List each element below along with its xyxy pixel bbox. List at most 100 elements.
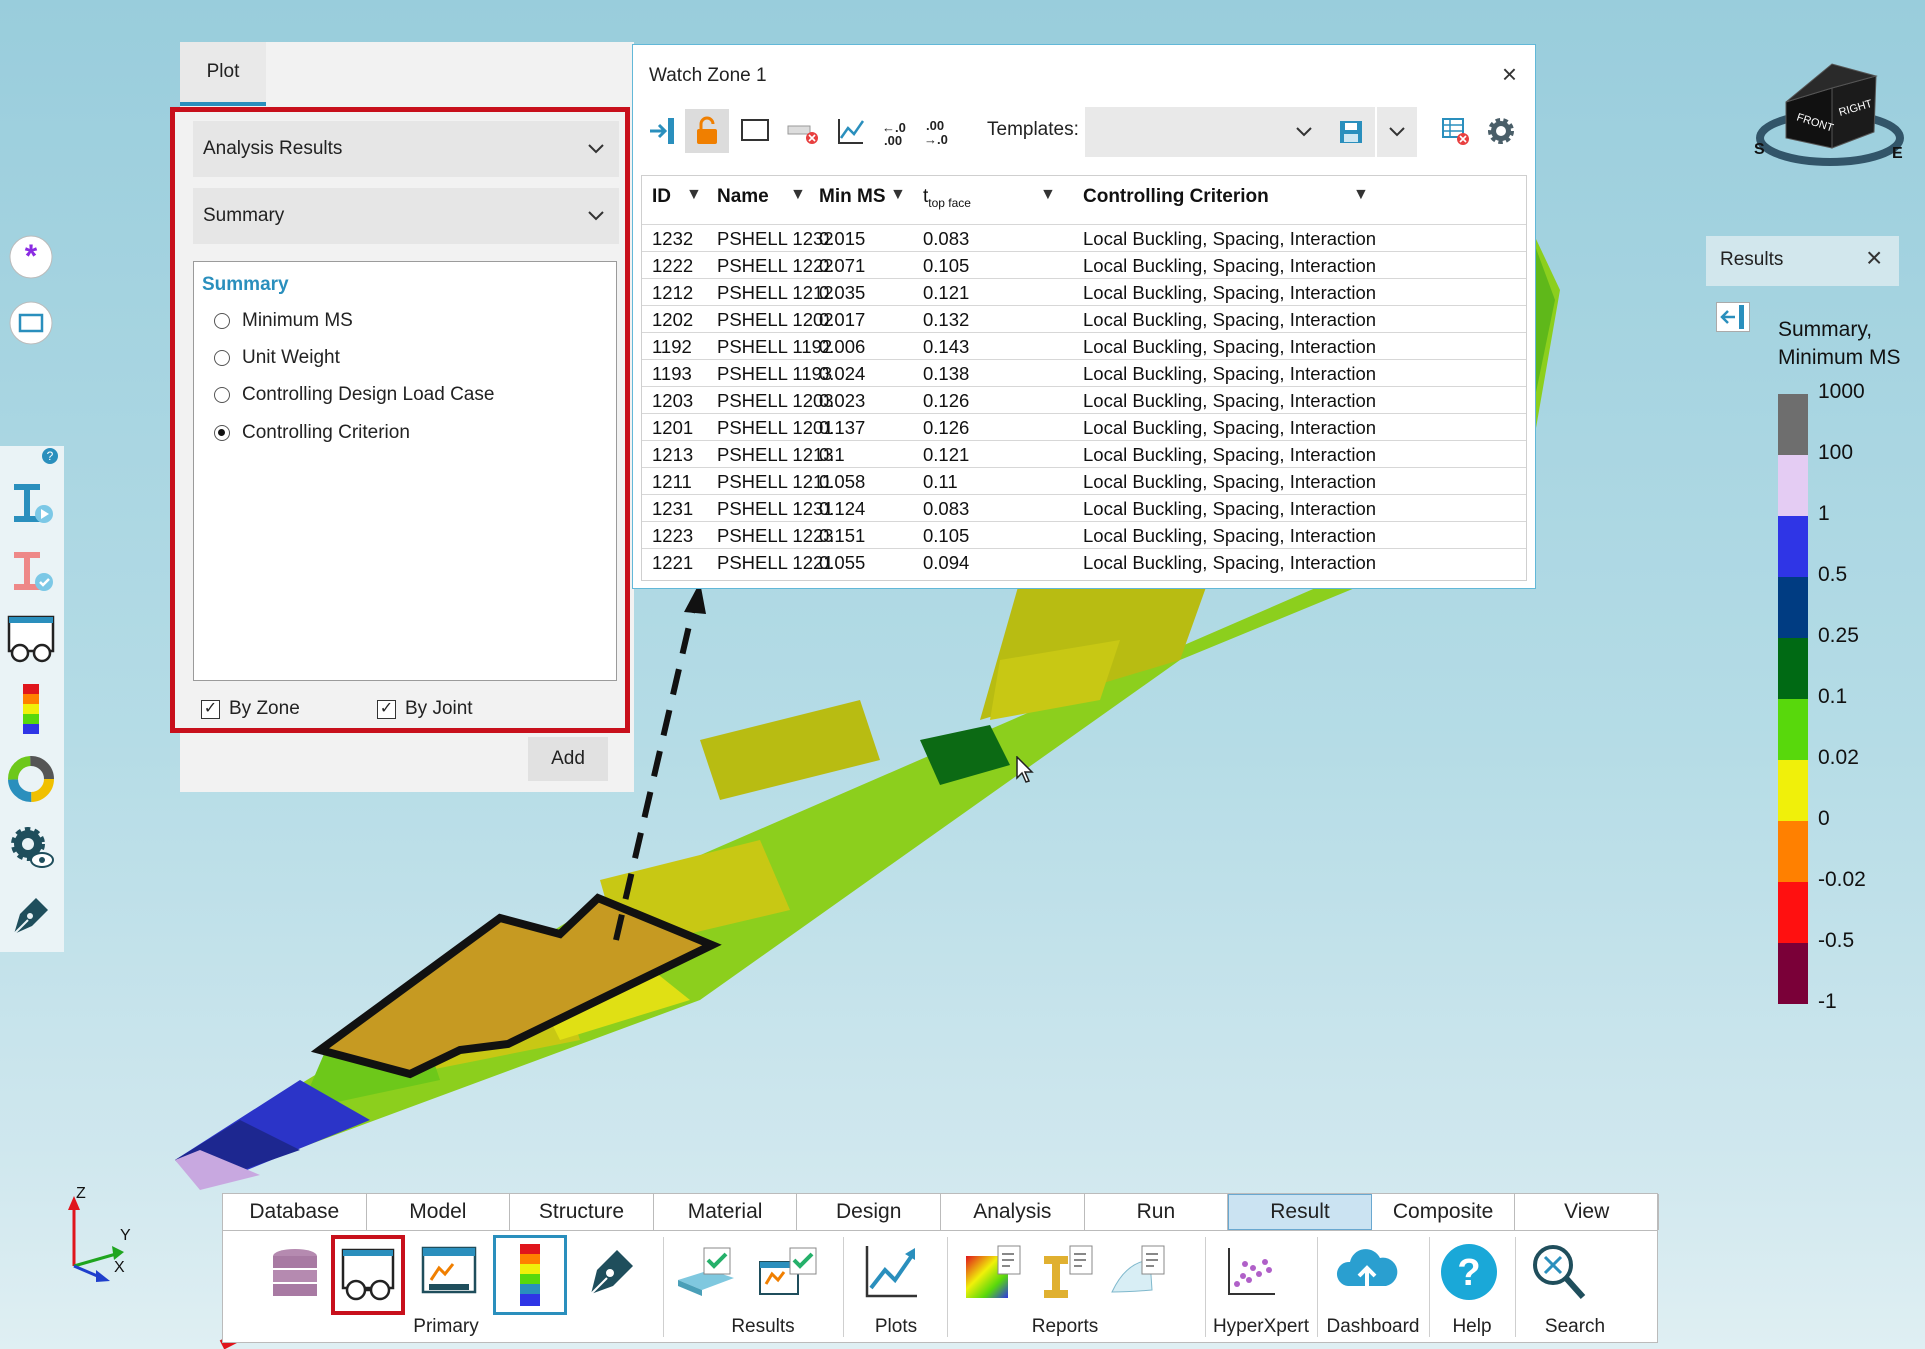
table-cell-name: PSHELL 1211: [717, 471, 833, 492]
report-beam-icon[interactable]: [1031, 1239, 1103, 1305]
tab-design[interactable]: Design: [797, 1194, 941, 1230]
filter-icon[interactable]: ▼: [890, 186, 906, 204]
table-row[interactable]: 1202 PSHELL 1202 0.017 0.132 Local Buckling,…: [642, 305, 1526, 333]
table-row[interactable]: 1203 PSHELL 1203 0.023 0.126 Local Buckling,…: [642, 386, 1526, 414]
report-contour-icon[interactable]: [959, 1239, 1031, 1305]
color-ring-icon[interactable]: [4, 752, 58, 806]
table-row[interactable]: 1212 PSHELL 1212 0.035 0.121 Local Buckling,…: [642, 278, 1526, 306]
compass-e-label[interactable]: E: [1892, 145, 1903, 162]
pen-nib-icon[interactable]: [4, 888, 58, 942]
window-icon[interactable]: [4, 296, 58, 350]
table-row[interactable]: 1201 PSHELL 1201 0.137 0.126 Local Buckling,…: [642, 413, 1526, 441]
column-header-min-ms[interactable]: Min MS: [819, 186, 886, 208]
tab-result[interactable]: Result: [1228, 1194, 1372, 1230]
dock-arrow-icon[interactable]: [641, 109, 685, 153]
section-check-icon[interactable]: [4, 544, 58, 598]
watch-zone-button[interactable]: [331, 1235, 405, 1315]
plot-window-icon[interactable]: [413, 1239, 485, 1305]
rectangle-select-icon[interactable]: [733, 109, 777, 153]
column-header-t-top-face[interactable]: ttop face: [923, 186, 971, 210]
compass-s-label[interactable]: S: [1754, 141, 1765, 158]
tab-analysis[interactable]: Analysis: [941, 1194, 1085, 1230]
table-row[interactable]: 1223 PSHELL 1223 0.151 0.105 Local Buckling,…: [642, 521, 1526, 549]
tab-material[interactable]: Material: [654, 1194, 798, 1230]
decrease-decimals-icon[interactable]: .00 →.0: [913, 109, 957, 153]
legend-button[interactable]: [493, 1235, 567, 1315]
table-row[interactable]: 1231 PSHELL 1231 0.124 0.083 Local Buckling,…: [642, 494, 1526, 522]
add-button[interactable]: Add: [528, 737, 608, 781]
gear-eye-icon[interactable]: [4, 820, 58, 874]
table-row[interactable]: 1193 PSHELL 1193 0.024 0.138 Local Buckling,…: [642, 359, 1526, 387]
chart-line-icon[interactable]: [829, 109, 873, 153]
legend-bar-icon[interactable]: [4, 682, 58, 736]
database-stack-icon[interactable]: [259, 1239, 331, 1305]
radio-icon[interactable]: [214, 387, 230, 403]
tab-model[interactable]: Model: [367, 1194, 511, 1230]
by-zone-checkbox[interactable]: ✓ By Zone: [201, 698, 300, 720]
tab-database[interactable]: Database: [223, 1194, 367, 1230]
tab-composite[interactable]: Composite: [1372, 1194, 1516, 1230]
increase-decimals-icon[interactable]: ←.0.00: [871, 109, 915, 153]
dock-left-icon[interactable]: [1716, 302, 1750, 332]
analysis-results-dropdown[interactable]: Analysis Results: [193, 121, 619, 177]
column-header-controlling-criterion[interactable]: Controlling Criterion: [1083, 186, 1269, 208]
table-row[interactable]: 1232 PSHELL 1232 0.015 0.083 Local Buckling,…: [642, 224, 1526, 252]
watch-glasses-icon[interactable]: [4, 612, 58, 666]
tab-plot[interactable]: Plot: [180, 42, 266, 106]
radio-icon[interactable]: [214, 350, 230, 366]
dashboard-cloud-icon[interactable]: [1331, 1239, 1403, 1305]
section-play-icon[interactable]: [4, 476, 58, 530]
option-controlling-criterion[interactable]: Controlling Criterion: [214, 422, 410, 444]
chevron-down-icon: [1296, 127, 1312, 137]
table-row[interactable]: 1211 PSHELL 1211 0.058 0.11 Local Buckling, …: [642, 467, 1526, 495]
table-delete-icon[interactable]: [1433, 109, 1477, 153]
plots-chart-icon[interactable]: [855, 1239, 927, 1305]
filter-icon[interactable]: ▼: [1353, 186, 1369, 204]
column-header-name[interactable]: Name: [717, 186, 769, 208]
filter-icon[interactable]: ▼: [686, 186, 702, 204]
close-icon[interactable]: ×: [1866, 242, 1882, 274]
table-row[interactable]: 1192 PSHELL 1192 0.006 0.143 Local Buckling,…: [642, 332, 1526, 360]
template-menu-chevron-icon[interactable]: [1377, 107, 1417, 157]
gear-icon[interactable]: [1479, 109, 1523, 153]
table-row[interactable]: 1221 PSHELL 1221 0.055 0.094 Local Buckling,…: [642, 548, 1526, 576]
table-cell-id: 1223: [652, 525, 694, 546]
tab-view[interactable]: View: [1515, 1194, 1659, 1230]
close-icon[interactable]: ×: [1502, 59, 1517, 90]
tab-run[interactable]: Run: [1085, 1194, 1229, 1230]
option-unit-weight[interactable]: Unit Weight: [214, 347, 340, 369]
filter-icon[interactable]: ▼: [790, 186, 806, 204]
column-header-id[interactable]: ID: [652, 186, 671, 208]
table-cell-t: 0.121: [923, 444, 970, 465]
help-icon[interactable]: ?: [1433, 1239, 1505, 1305]
summary-dropdown[interactable]: Summary: [193, 188, 619, 244]
table-row[interactable]: 1213 PSHELL 1213 0.1 0.121 Local Buckling, S…: [642, 440, 1526, 468]
hyperxpert-scatter-icon[interactable]: [1215, 1239, 1287, 1305]
option-controlling-design-load-case[interactable]: Controlling Design Load Case: [214, 384, 494, 406]
tab-structure[interactable]: Structure: [510, 1194, 654, 1230]
table-cell-t: 0.083: [923, 498, 970, 519]
search-icon[interactable]: [1523, 1239, 1595, 1305]
pen-nib-icon[interactable]: [575, 1239, 647, 1305]
help-badge-icon[interactable]: ?: [42, 448, 58, 464]
report-panel-icon[interactable]: [1103, 1239, 1175, 1305]
clear-selection-icon[interactable]: [781, 109, 825, 153]
by-joint-checkbox[interactable]: ✓ By Joint: [377, 698, 473, 720]
filter-icon[interactable]: ▼: [1040, 186, 1056, 204]
checkmark-icon[interactable]: ✓: [377, 699, 396, 719]
option-minimum-ms[interactable]: Minimum MS: [214, 310, 353, 332]
templates-select[interactable]: [1085, 107, 1327, 157]
radio-selected-icon[interactable]: [214, 425, 230, 441]
checkmark-icon[interactable]: ✓: [201, 699, 220, 719]
unlock-icon[interactable]: [685, 109, 729, 153]
table-cell-id: 1192: [652, 336, 692, 357]
save-template-icon[interactable]: [1327, 107, 1375, 157]
view-cube[interactable]: FRONT RIGHT S E: [1748, 50, 1908, 170]
legend-label: -1: [1818, 990, 1837, 1013]
results-check-icon[interactable]: [671, 1239, 743, 1305]
asterisk-icon[interactable]: *: [4, 230, 58, 284]
radio-icon[interactable]: [214, 313, 230, 329]
results-window-check-icon[interactable]: [753, 1239, 825, 1305]
svg-text:→.0: →.0: [924, 132, 948, 146]
table-row[interactable]: 1222 PSHELL 1222 0.071 0.105 Local Buckling,…: [642, 251, 1526, 279]
